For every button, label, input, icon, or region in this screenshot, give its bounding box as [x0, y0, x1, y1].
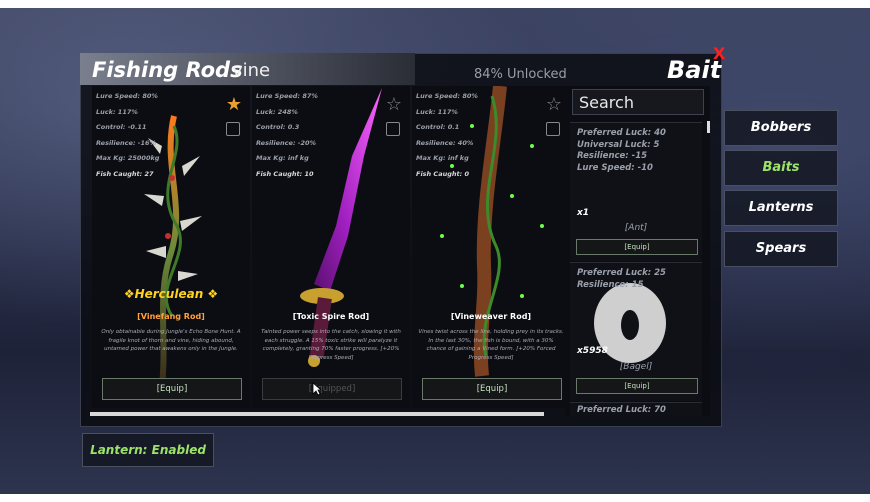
- rod-card-toxic-spire[interactable]: Lure Speed: 87% Luck: 248% Control: 0.3 …: [252, 86, 410, 408]
- stat-resilience: Resilience: 40%: [416, 138, 474, 147]
- stat-resilience: Resilience: -15: [577, 151, 648, 161]
- edit-icon[interactable]: [546, 122, 560, 136]
- bait-name: [Ant]: [624, 223, 648, 233]
- stat-max-kg: Max Kg: inf kg: [256, 154, 309, 162]
- stat-lure-speed: Lure Speed: 80%: [96, 92, 158, 100]
- rod-name: [Toxic Spire Rod]: [292, 312, 370, 321]
- stat-luck: Luck: 117%: [416, 107, 458, 116]
- rod-name: [Vinefang Rod]: [137, 312, 205, 321]
- rod-card-vinefang[interactable]: Lure Speed: 80% Luck: 117% Control: -0.1…: [92, 86, 250, 408]
- stat-luck: Luck: 117%: [96, 107, 138, 116]
- rod-search-input[interactable]: vine: [232, 60, 270, 81]
- bait-search-input[interactable]: Search: [572, 89, 704, 115]
- rod-stats: Lure Speed: 80% Luck: 117% Control: -0.1…: [96, 89, 159, 182]
- bait-name: [Bagel]: [619, 362, 653, 372]
- equipped-button[interactable]: [Equipped]: [262, 378, 402, 400]
- rod-card-vineweaver[interactable]: Lure Speed: 80% Luck: 117% Control: 0.1 …: [412, 86, 570, 408]
- stat-control: Control: 0.1: [416, 123, 460, 131]
- lanterns-button[interactable]: Lanterns: [724, 190, 838, 226]
- baits-button[interactable]: Baits: [724, 150, 838, 186]
- stat-universal-luck: Universal Luck: 5: [577, 139, 660, 150]
- stat-luck: Luck: 248%: [256, 107, 298, 116]
- stat-control: Control: -0.11: [96, 123, 147, 131]
- equip-button[interactable]: [Equip]: [576, 378, 698, 394]
- rod-description: Only obtainable during Jungle's Echo Bon…: [101, 329, 241, 352]
- stat-lure-speed: Lure Speed: 80%: [416, 92, 478, 100]
- stat-lure-speed: Lure Speed: -10: [577, 162, 653, 173]
- star-outline-icon[interactable]: ☆: [386, 94, 402, 115]
- bait-stats: Preferred Luck: 25 Resilience: 15: [577, 268, 666, 291]
- rod-description: Vines twist across the line, holding pre…: [418, 329, 564, 361]
- rod-name: [Vineweaver Rod]: [450, 312, 532, 321]
- equip-button[interactable]: [Equip]: [576, 239, 698, 255]
- bait-count: x1: [577, 208, 590, 218]
- stat-lure-speed: Lure Speed: 87%: [256, 92, 318, 100]
- lantern-toggle[interactable]: Lantern: Enabled: [82, 433, 214, 467]
- bait-scrollbar[interactable]: [707, 121, 710, 133]
- stat-fish-caught: Fish Caught: 10: [256, 169, 314, 178]
- equip-button[interactable]: [Equip]: [102, 378, 242, 400]
- spears-button[interactable]: Spears: [724, 231, 838, 267]
- stat-max-kg: Max Kg: inf kg: [416, 154, 469, 162]
- bait-count: x5958: [577, 346, 608, 356]
- stat-resilience: Resilience: 15: [577, 279, 644, 290]
- rod-stats: Lure Speed: 87% Luck: 248% Control: 0.3 …: [256, 89, 318, 182]
- stat-preferred-luck: Preferred Luck: 40: [577, 128, 666, 138]
- edit-icon[interactable]: [386, 122, 400, 136]
- bait-stats: Preferred Luck: 40 Universal Luck: 5 Res…: [577, 128, 666, 174]
- bait-card-bagel[interactable]: Preferred Luck: 25 Resilience: 15 x5958 …: [570, 262, 702, 401]
- rod-description: Tainted power seeps into the catch, slow…: [261, 329, 401, 361]
- bobbers-button[interactable]: Bobbers: [724, 110, 838, 146]
- bait-card-ant[interactable]: Preferred Luck: 40 Universal Luck: 5 Res…: [570, 122, 702, 261]
- edit-icon[interactable]: [226, 122, 240, 136]
- unlocked-percent: 84% Unlocked: [474, 67, 567, 82]
- stat-max-kg: Max Kg: 25000kg: [96, 154, 160, 162]
- star-icon[interactable]: ★: [226, 94, 242, 115]
- equip-button[interactable]: [Equip]: [422, 378, 562, 400]
- star-outline-icon[interactable]: ☆: [546, 94, 562, 115]
- bait-card-partial[interactable]: Preferred Luck: 70: [570, 402, 702, 417]
- stat-resilience: Resilience: -20%: [256, 138, 317, 147]
- stat-fish-caught: Fish Caught: 0: [416, 169, 469, 178]
- mouse-cursor-icon: [312, 382, 322, 396]
- stat-resilience: Resilience: -16%: [96, 138, 157, 147]
- rod-stats: Lure Speed: 80% Luck: 117% Control: 0.1 …: [416, 89, 478, 182]
- stat-control: Control: 0.3: [256, 123, 300, 131]
- close-button[interactable]: X: [713, 44, 725, 63]
- bottom-border: [0, 494, 870, 502]
- bait-stats: Preferred Luck: 70: [577, 405, 666, 415]
- horizontal-scrollbar[interactable]: [90, 412, 544, 416]
- stat-fish-caught: Fish Caught: 27: [96, 169, 154, 178]
- top-border: [0, 0, 870, 8]
- panel-title: Fishing Rods: [92, 58, 243, 82]
- rarity-label: ❖Herculean ❖: [123, 287, 219, 301]
- stat-preferred-luck: Preferred Luck: 25: [577, 268, 666, 278]
